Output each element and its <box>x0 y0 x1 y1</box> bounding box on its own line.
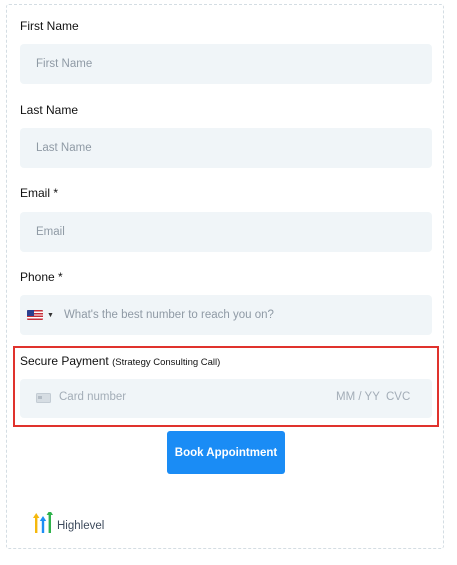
last-name-label: Last Name <box>20 103 79 117</box>
brand-footer: Highlevel <box>33 512 104 534</box>
highlevel-logo-icon <box>33 512 53 533</box>
payment-label: Secure Payment (Strategy Consulting Call… <box>20 354 220 368</box>
expiry-placeholder[interactable]: MM / YY <box>336 391 380 403</box>
chevron-down-icon[interactable]: ▼ <box>47 312 54 319</box>
payment-title: Secure Payment <box>20 354 109 368</box>
last-name-field[interactable]: Last Name <box>20 128 432 168</box>
email-placeholder: Email <box>36 226 65 238</box>
card-input[interactable]: Card number MM / YY CVC <box>20 379 432 418</box>
last-name-placeholder: Last Name <box>36 142 92 154</box>
cvc-placeholder[interactable]: CVC <box>386 391 410 403</box>
email-field[interactable]: Email <box>20 212 432 252</box>
book-appointment-button[interactable]: Book Appointment <box>167 431 285 474</box>
credit-card-icon <box>36 393 51 403</box>
brand-name: Highlevel <box>57 520 105 532</box>
us-flag-icon[interactable] <box>27 310 43 320</box>
first-name-label: First Name <box>20 19 79 33</box>
phone-placeholder: What's the best number to reach you on? <box>63 309 274 321</box>
first-name-field[interactable]: First Name <box>20 44 432 84</box>
phone-label: Phone * <box>20 270 63 284</box>
first-name-placeholder: First Name <box>36 58 93 70</box>
email-label: Email * <box>20 186 59 200</box>
card-number-placeholder[interactable]: Card number <box>59 391 126 403</box>
phone-field[interactable]: ▼ What's the best number to reach you on… <box>20 295 432 335</box>
payment-sublabel: (Strategy Consulting Call) <box>112 357 221 368</box>
